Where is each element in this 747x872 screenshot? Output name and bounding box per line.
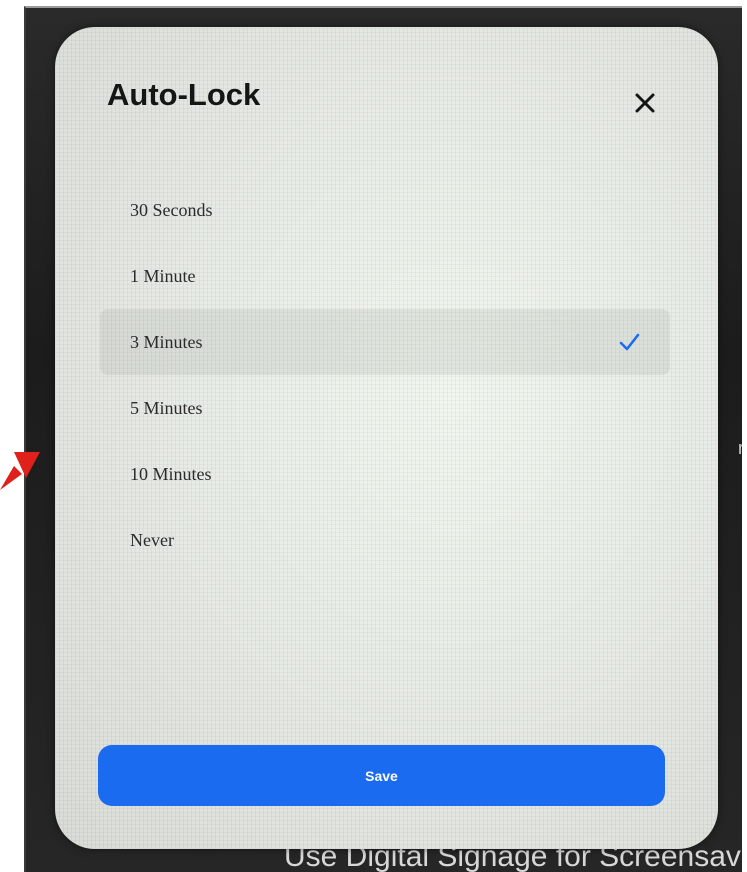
close-icon	[635, 93, 655, 113]
option-30-seconds[interactable]: 30 Seconds	[100, 177, 670, 243]
option-label: 10 Minutes	[130, 463, 212, 484]
option-label: 1 Minute	[130, 265, 196, 286]
option-never[interactable]: Never	[100, 507, 670, 573]
dialog-title: Auto-Lock	[107, 77, 261, 112]
option-label: 30 Seconds	[130, 199, 213, 220]
option-3-minutes[interactable]: 3 Minutes	[100, 309, 670, 375]
option-label: Never	[130, 529, 174, 550]
auto-lock-dialog: Auto-Lock 30 Seconds 1 Minute 3 Minutes …	[55, 27, 718, 849]
option-1-minute[interactable]: 1 Minute	[100, 243, 670, 309]
check-icon	[619, 333, 640, 351]
close-button[interactable]	[627, 85, 663, 121]
auto-lock-options-list: 30 Seconds 1 Minute 3 Minutes 5 Minutes …	[100, 177, 670, 573]
option-10-minutes[interactable]: 10 Minutes	[100, 441, 670, 507]
background-clipped-text: rs	[738, 438, 742, 459]
option-5-minutes[interactable]: 5 Minutes	[100, 375, 670, 441]
annotation-arrow-icon	[0, 452, 40, 490]
option-label: 5 Minutes	[130, 397, 203, 418]
option-label: 3 Minutes	[130, 331, 203, 352]
save-button[interactable]: Save	[98, 745, 665, 806]
